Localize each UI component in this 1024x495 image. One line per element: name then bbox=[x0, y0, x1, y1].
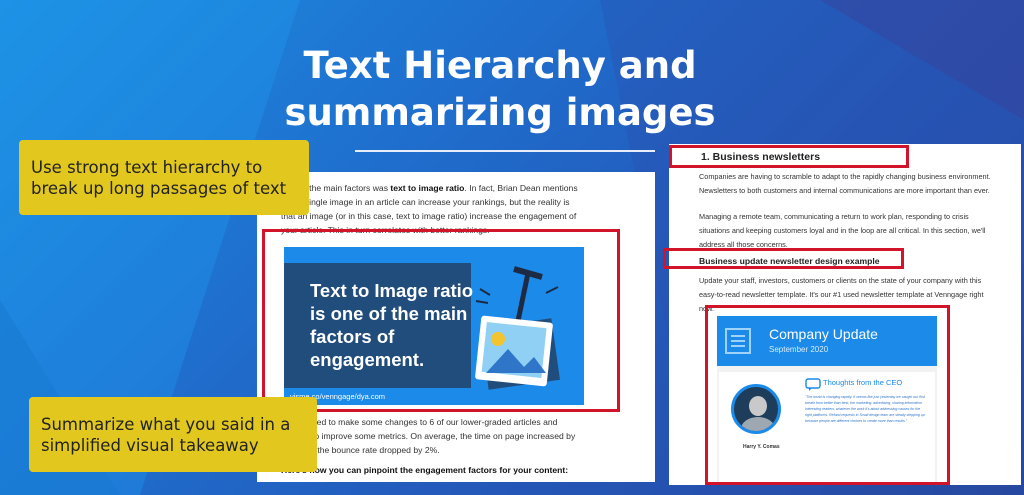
right-article-paragraph-2: Managing a remote team, communicating a … bbox=[699, 212, 986, 249]
title-divider bbox=[355, 150, 655, 152]
callout-visual-takeaway: Summarize what you said in a simplified … bbox=[29, 397, 317, 472]
highlight-newsletter-example-heading bbox=[663, 248, 904, 269]
right-article-paragraph-1: Companies are having to scramble to adap… bbox=[699, 172, 991, 195]
callout-text-hierarchy: Use strong text hierarchy to break up lo… bbox=[19, 140, 309, 215]
highlight-text-image-graphic bbox=[262, 229, 620, 412]
slide-title: Text Hierarchy and summarizing images bbox=[284, 44, 716, 134]
highlight-newsletters-heading bbox=[669, 145, 909, 168]
left-article-paragraph-3: Here's how you can pinpoint the engageme… bbox=[281, 465, 569, 475]
left-article-paragraph-2: We decided to make some changes to 6 of … bbox=[281, 417, 576, 455]
highlight-newsletter-graphic bbox=[705, 305, 950, 485]
